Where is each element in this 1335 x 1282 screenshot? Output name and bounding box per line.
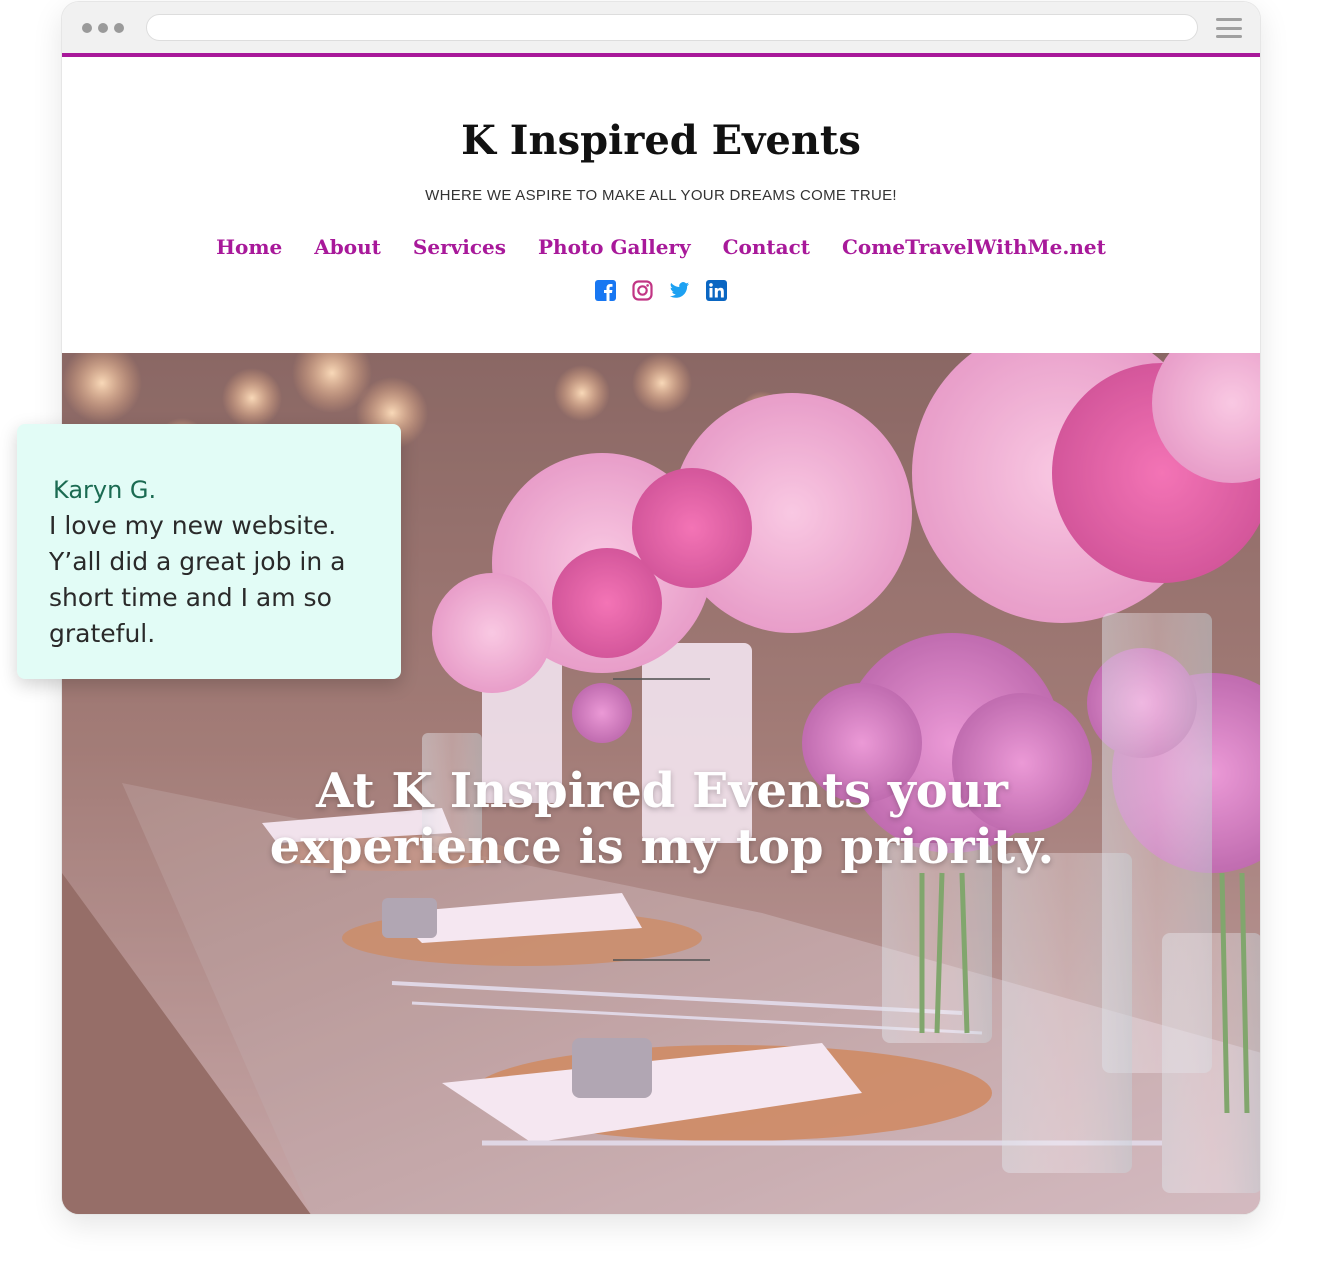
window-dot[interactable]: [114, 23, 124, 33]
facebook-icon[interactable]: [595, 280, 616, 301]
hero-heading-line-1: At K Inspired Events your: [316, 763, 1008, 819]
hero-heading-line-2: experience is my top priority.: [269, 819, 1055, 875]
site-tagline: WHERE WE ASPIRE TO MAKE ALL YOUR DREAMS …: [425, 187, 897, 204]
window-controls: [82, 23, 124, 33]
window-dot[interactable]: [98, 23, 108, 33]
site-title[interactable]: K Inspired Events: [62, 117, 1260, 164]
testimonial-card: Karyn G. I love my new website. Y’all di…: [17, 424, 401, 679]
hero-heading: At K Inspired Events your experience is …: [212, 763, 1112, 875]
testimonial-author: Karyn G.: [53, 476, 157, 504]
hero-divider-bottom: [613, 959, 710, 961]
menu-icon[interactable]: [1216, 18, 1242, 38]
nav-item-contact[interactable]: Contact: [723, 235, 810, 259]
browser-toolbar: [62, 2, 1260, 53]
address-bar[interactable]: [146, 14, 1198, 41]
nav-item-home[interactable]: Home: [216, 235, 282, 259]
social-links: [62, 280, 1260, 301]
site-header: K Inspired Events WHERE WE ASPIRE TO MAK…: [62, 57, 1260, 353]
nav-item-photo-gallery[interactable]: Photo Gallery: [538, 235, 691, 259]
linkedin-icon[interactable]: [706, 280, 727, 301]
hero-divider-top: [613, 678, 710, 680]
window-dot[interactable]: [82, 23, 92, 33]
testimonial-quote: I love my new website. Y’all did a great…: [49, 511, 346, 648]
main-nav: Home About Services Photo Gallery Contac…: [62, 235, 1260, 259]
instagram-icon[interactable]: [632, 280, 653, 301]
twitter-icon[interactable]: [669, 280, 690, 301]
nav-item-services[interactable]: Services: [413, 235, 506, 259]
nav-item-about[interactable]: About: [314, 235, 381, 259]
nav-item-cometravelwithme[interactable]: ComeTravelWithMe.net: [842, 235, 1106, 259]
